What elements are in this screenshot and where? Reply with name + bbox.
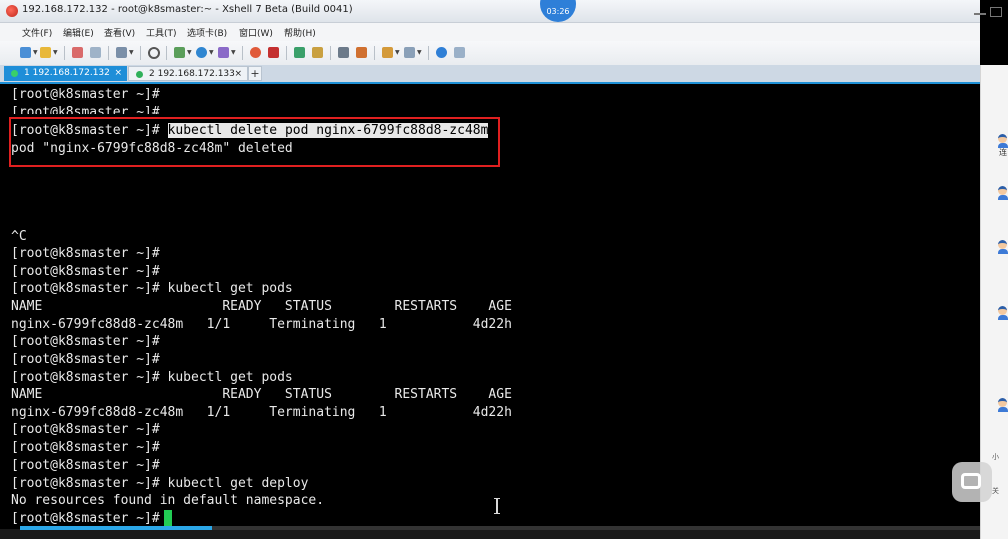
chevron-down-icon[interactable]: ▼ (33, 49, 38, 56)
terminal-cursor (164, 510, 172, 527)
tab-label: 2 192.168.172.133 (149, 69, 235, 79)
toolbar-divider (166, 46, 167, 60)
terminal-line: [root@k8smaster ~]# (11, 440, 160, 455)
toolbar-divider (330, 46, 331, 60)
terminal-line: nginx-6799fc88d8-zc48m 1/1 Terminating 1… (11, 317, 512, 332)
menu-tools[interactable]: 工具(T) (146, 26, 177, 39)
toolbar-divider (428, 46, 429, 60)
chevron-down-icon[interactable]: ▼ (53, 49, 58, 56)
chevron-down-icon[interactable]: ▼ (129, 49, 134, 56)
toolbar-divider (64, 46, 65, 60)
restore-icon[interactable] (990, 7, 1002, 17)
chat-icon[interactable] (454, 47, 465, 58)
connected-dot-icon (136, 71, 143, 78)
clock-badge: 03:26 (540, 0, 576, 22)
side-panel-label: 连 (999, 148, 1007, 157)
toolbar-divider (374, 46, 375, 60)
menu-window[interactable]: 窗口(W) (239, 26, 273, 39)
chevron-down-icon[interactable]: ▼ (417, 49, 422, 56)
font-icon[interactable] (218, 47, 229, 58)
user-avatar-icon[interactable] (998, 134, 1008, 148)
terminal-line: [root@k8smaster ~]# (11, 352, 160, 367)
new-session-icon[interactable] (20, 47, 31, 58)
xftp-icon[interactable] (250, 47, 261, 58)
record-icon[interactable] (268, 47, 279, 58)
chevron-down-icon[interactable]: ▼ (231, 49, 236, 56)
chevron-down-icon[interactable]: ▼ (209, 49, 214, 56)
minimize-icon[interactable] (974, 13, 986, 15)
globe-icon[interactable] (196, 47, 207, 58)
terminal-line: ^C (11, 229, 27, 244)
toolbar-divider (140, 46, 141, 60)
properties-icon[interactable] (116, 47, 127, 58)
terminal-line: No resources found in default namespace. (11, 493, 325, 508)
toolbar-divider (286, 46, 287, 60)
xshell-window: 192.168.172.132 - root@k8smaster:~ - Xsh… (0, 0, 1008, 539)
terminal-line: [root@k8smaster ~]# (11, 264, 160, 279)
menu-edit[interactable]: 编辑(E) (63, 26, 94, 39)
session-tab-bar: 1 192.168.172.132 × 2 192.168.172.133 × … (0, 65, 980, 84)
tab-session-2[interactable]: 2 192.168.172.133 × (128, 66, 248, 81)
toolbar-divider (108, 46, 109, 60)
user-avatar-icon[interactable] (998, 398, 1008, 412)
tab-session-1[interactable]: 1 192.168.172.132 × (4, 66, 127, 81)
tab-label: 1 192.168.172.132 (24, 68, 110, 78)
highlight-icon[interactable] (356, 47, 367, 58)
title-bar: 192.168.172.132 - root@k8smaster:~ - Xsh… (0, 0, 1002, 23)
terminal-line: [root@k8smaster ~]# kubectl get pods (11, 281, 293, 296)
side-panel-small-label: 关 (992, 487, 999, 495)
toolbar: ▼ ▼ ▼ ▼ ▼ ▼ ▼ ▼ (0, 41, 980, 66)
chevron-down-icon[interactable]: ▼ (395, 49, 400, 56)
menu-view[interactable]: 查看(V) (104, 26, 135, 39)
layout-icon[interactable] (404, 47, 415, 58)
terminal-line: NAME READY STATUS RESTARTS AGE (11, 387, 512, 402)
bottom-bar (0, 529, 980, 539)
user-avatar-icon[interactable] (998, 240, 1008, 254)
terminal-line: [root@k8smaster ~]# kubectl get deploy (11, 476, 309, 491)
terminal-line: NAME READY STATUS RESTARTS AGE (11, 299, 512, 314)
menu-help[interactable]: 帮助(H) (284, 26, 316, 39)
menu-file[interactable]: 文件(F) (22, 26, 52, 39)
toolbar-divider (242, 46, 243, 60)
connect-icon[interactable] (72, 47, 83, 58)
search-icon[interactable] (148, 47, 160, 59)
terminal-line: [root@k8smaster ~]# (11, 246, 160, 261)
menu-tabs[interactable]: 选项卡(B) (187, 26, 227, 39)
disconnect-icon[interactable] (90, 47, 101, 58)
text-cursor-icon (494, 498, 500, 514)
playback-progress-fill (20, 526, 212, 530)
xshell-app-icon (6, 5, 18, 17)
video-player-icon[interactable] (952, 462, 992, 502)
terminal-line: [root@k8smaster ~]# (11, 334, 160, 349)
script-icon[interactable] (382, 47, 393, 58)
fullscreen-icon[interactable] (294, 47, 305, 58)
annotation-box (9, 117, 500, 167)
side-panel-small-label: 小 (992, 453, 999, 461)
user-avatar-icon[interactable] (998, 186, 1008, 200)
keyboard-icon[interactable] (338, 47, 349, 58)
terminal-line: [root@k8smaster ~]# kubectl get pods (11, 370, 293, 385)
lock-icon[interactable] (312, 47, 323, 58)
window-controls (972, 4, 1008, 18)
close-icon[interactable]: × (114, 66, 122, 81)
close-icon[interactable]: × (234, 67, 242, 82)
chevron-down-icon[interactable]: ▼ (187, 49, 192, 56)
menu-bar: 文件(F) 编辑(E) 查看(V) 工具(T) 选项卡(B) 窗口(W) 帮助(… (0, 23, 980, 41)
window-title: 192.168.172.132 - root@k8smaster:~ - Xsh… (22, 4, 353, 15)
terminal-line: nginx-6799fc88d8-zc48m 1/1 Terminating 1… (11, 405, 512, 420)
terminal-line: [root@k8smaster ~]# (11, 458, 160, 473)
terminal-line: [root@k8smaster ~]# (11, 422, 160, 437)
open-folder-icon[interactable] (40, 47, 51, 58)
connected-dot-icon (11, 70, 18, 77)
add-tab-button[interactable]: + (248, 66, 262, 81)
terminal-line: [root@k8smaster ~]# (11, 87, 160, 102)
transfer-icon[interactable] (174, 47, 185, 58)
help-icon[interactable] (436, 47, 447, 58)
user-avatar-icon[interactable] (998, 306, 1008, 320)
